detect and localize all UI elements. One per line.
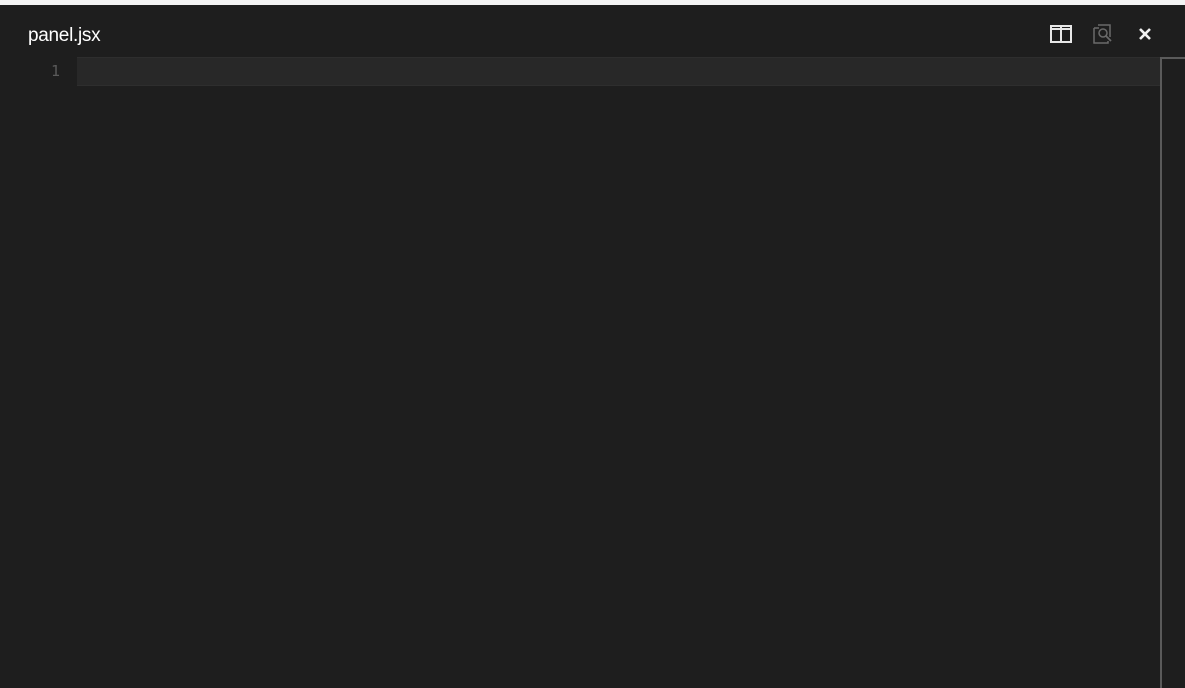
editor-titlebar: panel.jsx bbox=[0, 5, 1185, 57]
code-editor[interactable]: 1 bbox=[0, 57, 1160, 688]
line-number: 1 bbox=[50, 62, 60, 80]
editor-actions bbox=[1049, 23, 1157, 45]
close-editor-button[interactable] bbox=[1133, 23, 1157, 45]
open-preview-button[interactable] bbox=[1091, 23, 1115, 45]
code-line[interactable]: 1 bbox=[0, 57, 1160, 86]
file-title: panel.jsx bbox=[28, 25, 101, 46]
open-preview-icon bbox=[1093, 24, 1112, 44]
scrollbar-thumb[interactable] bbox=[1162, 57, 1185, 688]
current-line-highlight[interactable] bbox=[77, 57, 1160, 86]
split-editor-button[interactable] bbox=[1049, 23, 1073, 45]
close-icon bbox=[1139, 28, 1151, 40]
split-editor-icon bbox=[1050, 25, 1072, 43]
editor-pane: panel.jsx 1 bbox=[0, 5, 1185, 688]
vertical-scrollbar[interactable] bbox=[1160, 57, 1185, 688]
